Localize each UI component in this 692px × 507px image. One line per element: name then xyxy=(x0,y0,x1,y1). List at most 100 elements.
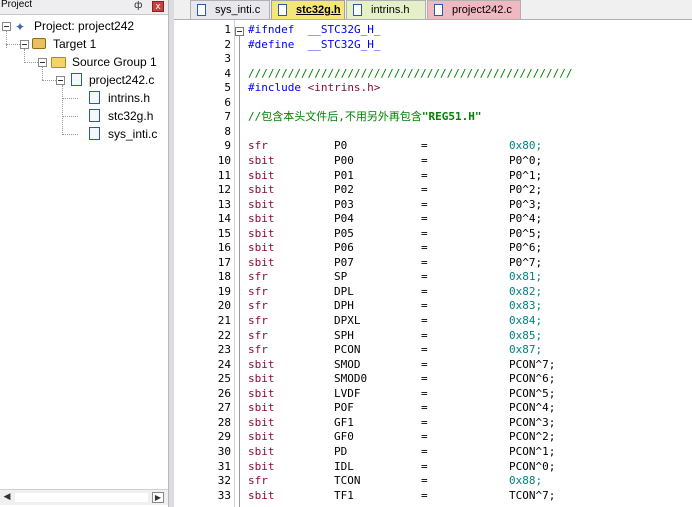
collapse-toggle[interactable] xyxy=(2,22,11,31)
code-identifier: SPH xyxy=(334,328,354,342)
code-operator: = xyxy=(421,401,428,415)
tab-label: project242.c xyxy=(452,4,512,16)
code-identifier: DPXL xyxy=(334,314,361,327)
code-text: ////////////////////////////////////////… xyxy=(248,66,573,80)
line-number: 3 xyxy=(224,52,231,66)
tab-project242-c[interactable]: project242.c xyxy=(427,0,521,19)
tree-file-project242-c[interactable]: project242.c xyxy=(0,72,168,88)
line-number: 32 xyxy=(217,474,231,488)
code-value: 0x82; xyxy=(509,284,543,298)
code-value: 0x84; xyxy=(509,314,543,327)
line-number: 17 xyxy=(217,255,231,269)
pin-icon[interactable]: ф xyxy=(134,0,143,11)
tree-dep-label: sys_inti.c xyxy=(108,127,158,141)
tab-stc32g-h[interactable]: stc32g.h xyxy=(271,0,345,19)
code-operator: = xyxy=(421,459,428,473)
code-keyword: sbit xyxy=(248,241,275,255)
tree-source-group-label: Source Group 1 xyxy=(72,55,157,69)
tree-target[interactable]: Target 1 xyxy=(0,36,168,52)
scroll-right-icon[interactable]: ▶ xyxy=(152,492,164,503)
code-value: P0^1; xyxy=(509,168,543,182)
code-identifier: TCON xyxy=(334,474,361,488)
code-keyword: sbit xyxy=(248,212,275,226)
code-value: PCON^2; xyxy=(509,430,556,444)
project-panel: Project ф x ✦ Project: project242 Target… xyxy=(0,0,168,507)
code-line: 12 sbit P02 = P0^2; xyxy=(174,183,692,198)
line-number: 22 xyxy=(217,328,231,342)
code-line: 23 sfr PCON = 0x87; xyxy=(174,343,692,358)
code-keyword: sfr xyxy=(248,284,268,298)
code-area[interactable]: 1 #ifndef __STC32G_H_ 2 #define __STC32G_H_… xyxy=(174,20,692,507)
code-keyword: sbit xyxy=(248,430,275,444)
code-keyword: sbit xyxy=(248,153,275,167)
code-keyword: sfr xyxy=(248,299,268,313)
code-operator: = xyxy=(421,415,428,429)
code-line: 32 sfr TCON = 0x88; xyxy=(174,474,692,489)
code-line: 31 sbit IDL = PCON^0; xyxy=(174,460,692,475)
code-value: PCON^3; xyxy=(509,415,556,429)
line-number: 24 xyxy=(217,357,231,371)
tree-dep-label: stc32g.h xyxy=(108,109,154,123)
code-keyword: sbit xyxy=(248,401,275,415)
code-value: P0^5; xyxy=(509,226,543,240)
code-identifier: P07 xyxy=(334,255,354,269)
line-number: 9 xyxy=(224,139,231,153)
line-number: 19 xyxy=(217,284,231,298)
tree-target-label: Target 1 xyxy=(53,37,97,51)
code-value: P0^6; xyxy=(509,241,543,255)
code-operator: = xyxy=(421,372,428,386)
tree-dep-intrins-h[interactable]: intrins.h xyxy=(0,90,168,106)
code-line: 29 sbit GF0 = PCON^2; xyxy=(174,430,692,445)
tree-source-group[interactable]: Source Group 1 xyxy=(0,54,168,70)
code-identifier: P03 xyxy=(334,197,354,211)
code-identifier: P05 xyxy=(334,226,354,240)
tree-project[interactable]: ✦ Project: project242 xyxy=(0,18,168,34)
code-keyword: sbit xyxy=(248,372,275,386)
horizontal-scrollbar[interactable]: ◀ ▶ xyxy=(0,489,168,505)
tree-dep-stc32g-h[interactable]: stc32g.h xyxy=(0,108,168,124)
code-identifier: SMOD0 xyxy=(334,372,368,386)
code-identifier: P04 xyxy=(334,212,354,226)
editor-tabbar: sys_inti.c stc32g.h intrins.h project242… xyxy=(174,0,692,20)
code-keyword: sbit xyxy=(248,197,275,211)
code-line: 33 sbit TF1 = TCON^7; xyxy=(174,489,692,504)
code-editor: sys_inti.c stc32g.h intrins.h project242… xyxy=(174,0,692,507)
code-keyword: sbit xyxy=(248,255,275,269)
line-number: 12 xyxy=(217,183,231,197)
tree-dep-sys-inti-c[interactable]: sys_inti.c xyxy=(0,126,168,142)
code-identifier: P00 xyxy=(334,153,354,167)
line-number: 5 xyxy=(224,81,231,95)
collapse-toggle[interactable] xyxy=(38,58,47,67)
code-include-path: <intrins.h> xyxy=(307,81,381,95)
close-panel-button[interactable]: x xyxy=(152,1,164,12)
collapse-toggle[interactable] xyxy=(20,40,29,49)
tab-sys-inti-c[interactable]: sys_inti.c xyxy=(190,0,270,19)
line-number: 18 xyxy=(217,270,231,284)
code-keyword: sfr xyxy=(248,139,268,153)
collapse-toggle[interactable] xyxy=(56,76,65,85)
code-operator: = xyxy=(421,168,428,182)
code-keyword: sfr xyxy=(248,474,268,488)
code-line: 17 sbit P07 = P0^7; xyxy=(174,256,692,271)
scroll-left-icon[interactable]: ◀ xyxy=(1,492,13,503)
tab-label: intrins.h xyxy=(371,4,410,16)
line-number: 33 xyxy=(217,488,231,502)
code-line: 6 xyxy=(174,96,692,111)
code-operator: = xyxy=(421,357,428,371)
line-number: 28 xyxy=(217,415,231,429)
code-line: 4 ///////////////////////////////////////… xyxy=(174,67,692,82)
header-file-icon xyxy=(89,109,100,122)
code-identifier: P01 xyxy=(334,168,354,182)
code-operator: = xyxy=(421,270,428,284)
code-value: 0x88; xyxy=(509,474,543,488)
code-line: 7 //包含本头文件后,不用另外再包含 "REG51.H" xyxy=(174,110,692,125)
code-line: 1 #ifndef __STC32G_H_ xyxy=(174,23,692,38)
file-icon xyxy=(278,4,287,16)
code-keyword: sbit xyxy=(248,183,275,197)
code-identifier: GF0 xyxy=(334,430,354,444)
code-identifier: SMOD xyxy=(334,357,361,371)
tab-intrins-h[interactable]: intrins.h xyxy=(346,0,426,19)
scroll-thumb[interactable] xyxy=(15,493,148,502)
code-identifier: PCON xyxy=(334,343,361,357)
code-operator: = xyxy=(421,343,428,357)
